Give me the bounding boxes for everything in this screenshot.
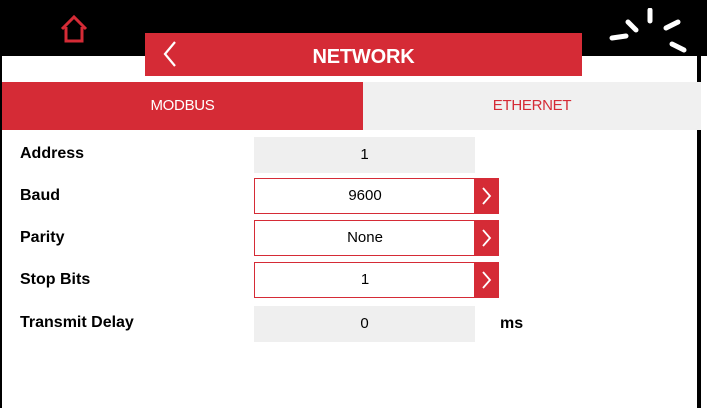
address-label: Address bbox=[20, 145, 85, 162]
tab-ethernet[interactable]: ETHERNET bbox=[363, 82, 701, 130]
page-title: NETWORK bbox=[312, 46, 415, 68]
tab-modbus[interactable]: MODBUS bbox=[2, 82, 363, 130]
chevron-right-icon[interactable] bbox=[474, 179, 498, 213]
baud-row: Baud 9600 bbox=[2, 177, 701, 215]
transmit-delay-field[interactable]: 0 bbox=[254, 306, 475, 342]
baud-value: 9600 bbox=[348, 187, 382, 204]
address-field[interactable]: 1 bbox=[254, 137, 475, 173]
chevron-right-icon[interactable] bbox=[474, 263, 498, 297]
baud-label: Baud bbox=[20, 187, 60, 204]
stop-bits-value: 1 bbox=[360, 271, 370, 288]
loading-spinner-icon bbox=[606, 7, 696, 56]
stop-bits-label: Stop Bits bbox=[20, 271, 91, 288]
tab-bar: MODBUS ETHERNET bbox=[2, 82, 701, 130]
address-row: Address 1 bbox=[2, 135, 701, 173]
transmit-delay-row: Transmit Delay 0 ms bbox=[2, 304, 701, 342]
title-bar: NETWORK bbox=[145, 33, 582, 76]
transmit-delay-label: Transmit Delay bbox=[20, 314, 134, 331]
home-icon[interactable] bbox=[58, 14, 90, 44]
parity-row: Parity None bbox=[2, 219, 701, 257]
chevron-right-icon[interactable] bbox=[474, 221, 498, 255]
parity-label: Parity bbox=[20, 229, 65, 246]
baud-select[interactable]: 9600 bbox=[254, 178, 499, 214]
stop-bits-row: Stop Bits 1 bbox=[2, 261, 701, 299]
transmit-delay-unit: ms bbox=[500, 315, 524, 332]
parity-select[interactable]: None bbox=[254, 220, 499, 256]
stop-bits-select[interactable]: 1 bbox=[254, 262, 499, 298]
parity-value: None bbox=[347, 229, 383, 246]
